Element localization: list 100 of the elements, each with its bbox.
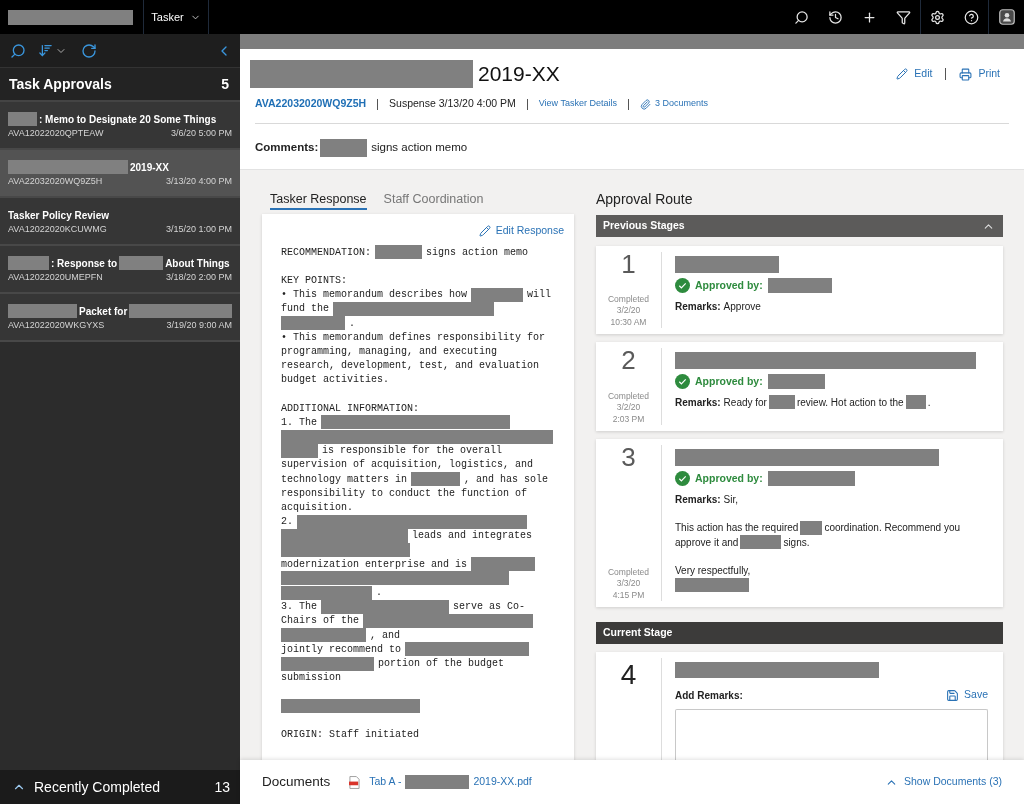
tab[interactable]: Staff Coordination	[383, 190, 484, 210]
task-id: AVA12022020UMEPFN	[8, 271, 103, 284]
comment-text: signs action memo	[371, 140, 468, 156]
stage-date: 3/3/20	[616, 578, 641, 590]
section-header: Current Stage	[596, 622, 1003, 644]
memo-text: 3. The	[281, 600, 317, 615]
redaction-block	[8, 112, 37, 126]
comments-label: Comments:	[255, 140, 319, 156]
remarks-text: coordination. Recommend you	[824, 521, 961, 536]
task-title: Tasker Policy Review	[8, 208, 109, 223]
sort-icon[interactable]	[38, 43, 53, 58]
item-count: 13	[214, 777, 230, 797]
stage-time: 2:03 PM	[612, 413, 645, 425]
pencil-icon	[896, 68, 909, 80]
redaction-block	[767, 374, 825, 389]
tab[interactable]: Tasker Response	[270, 190, 367, 210]
redaction-block	[8, 256, 49, 270]
stage-time: 10:30 AM	[610, 316, 647, 328]
document-link[interactable]: Tab A - 2019-XX.pdf	[369, 774, 532, 790]
details-link[interactable]: View Tasker Details	[538, 97, 617, 111]
memo-text: submission	[281, 671, 341, 686]
filter-icon[interactable]	[895, 9, 911, 25]
plus-icon[interactable]	[861, 9, 877, 25]
task-title: 2019-XX	[478, 61, 560, 87]
item-count: 5	[221, 74, 229, 94]
memo-text: serve as Co-	[453, 600, 526, 615]
redaction-block	[740, 535, 782, 550]
memo-text: signs action memo	[426, 245, 529, 260]
memo-text: will	[527, 288, 552, 303]
pencil-icon	[478, 225, 491, 237]
settings-icon[interactable]	[930, 9, 945, 25]
memo-text: technology matters in	[281, 472, 408, 487]
memo-text: portion of the budget	[378, 657, 505, 672]
due-date: 3/13/20 4:00 PM	[165, 175, 232, 188]
remarks-text: Very respectfully,	[675, 564, 751, 579]
task-list-item[interactable]: : Response to About Things AVA12022020UMEPFN 3/18/20 2:00 PM	[0, 246, 240, 294]
refresh-icon[interactable]	[81, 42, 97, 59]
memo-text: KEY POINTS:	[281, 273, 347, 288]
memo-text: supervision of acquisition, logistics, and	[281, 458, 534, 473]
redaction-block	[767, 278, 832, 293]
redaction-block	[119, 256, 164, 270]
edit-response-button[interactable]: Edit Response	[478, 224, 564, 238]
stage-status: Completed	[607, 566, 650, 578]
redaction-block	[8, 304, 77, 318]
remarks-text: Approve	[723, 299, 761, 314]
avatar-icon[interactable]	[998, 9, 1015, 25]
approval-label: Approved by:	[695, 277, 763, 293]
remarks-text: Ready for	[723, 395, 767, 410]
memo-text: , and has sole	[464, 472, 549, 487]
suspense-date: Suspense 3/13/20 4:00 PM	[389, 96, 516, 112]
memo-text: responsibility to conduct the function of	[281, 486, 528, 501]
stage-date: 3/2/20	[616, 402, 641, 414]
due-date: 3/6/20 5:00 PM	[170, 127, 232, 140]
redaction-block	[905, 395, 926, 410]
search-icon[interactable]	[793, 9, 809, 25]
save-icon	[946, 688, 960, 702]
task-id-link[interactable]: AVA22032020WQ9Z5H	[255, 96, 367, 112]
memo-text: 1. The	[281, 415, 317, 430]
memo-text: budget activities.	[281, 373, 390, 388]
stage-number: 4	[620, 661, 637, 689]
due-date: 3/18/20 2:00 PM	[165, 271, 232, 284]
stage-number: 1	[621, 252, 636, 276]
recently-completed-bar[interactable]: Recently Completed 13	[0, 770, 240, 804]
history-icon[interactable]	[827, 9, 843, 25]
memo-text: modernization enterprise and is	[281, 557, 468, 572]
print-button[interactable]: Print	[959, 66, 1000, 82]
remarks-label: Remarks:	[675, 395, 721, 410]
redaction-block	[411, 472, 461, 487]
help-icon[interactable]	[963, 9, 979, 25]
stage-status: Completed	[607, 390, 650, 402]
task-list-item[interactable]: Packet for AVA12022020WKGYXS 3/19/20 9:00 AM	[0, 294, 240, 342]
memo-text: • This memorandum describes how	[281, 288, 468, 303]
stage-time: 4:15 PM	[612, 589, 645, 601]
memo-text: research, development, test, and evaluation	[281, 359, 540, 374]
memo-text: .	[349, 316, 355, 331]
stage-date: 3/2/20	[616, 305, 641, 317]
remarks-text: signs.	[783, 535, 810, 550]
task-title: Packet for	[79, 304, 128, 319]
task-list-item[interactable]: 2019-XX AVA22032020WQ9Z5H 3/13/20 4:00 PM	[0, 150, 240, 198]
task-id: AVA12022020KCUWMG	[8, 223, 107, 236]
show-documents-toggle[interactable]: Show Documents (3)	[884, 774, 1002, 790]
approval-label: Approved by:	[695, 470, 763, 486]
app-menu-button[interactable]: Tasker	[144, 0, 208, 34]
memo-text: acquisition.	[281, 500, 353, 515]
printer-icon	[959, 67, 973, 81]
task-list-item[interactable]: : Memo to Designate 20 Some Things AVA12022020QPTEAW 3/6/20 5:00 PM	[0, 102, 240, 150]
memo-text: leads and integrates	[412, 529, 533, 544]
memo-text: jointly recommend to	[281, 642, 402, 657]
save-button[interactable]: Save	[946, 687, 988, 703]
task-list-item[interactable]: Tasker Policy Review AVA12022020KCUWMG 3/15/20 1:00 PM	[0, 198, 240, 246]
redaction-block	[405, 775, 470, 789]
memo-text: .	[376, 586, 382, 601]
edit-button[interactable]: Edit	[896, 66, 933, 82]
memo-text: is responsible for the overall	[322, 444, 503, 459]
section-header[interactable]: Previous Stages	[596, 215, 1003, 237]
documents-link[interactable]: 3 Documents	[639, 97, 708, 111]
remarks-label: Remarks:	[675, 492, 721, 507]
memo-text: ADDITIONAL INFORMATION:	[281, 401, 420, 416]
panel-title: Task Approvals	[9, 74, 112, 94]
stage-status: Completed	[607, 293, 650, 305]
